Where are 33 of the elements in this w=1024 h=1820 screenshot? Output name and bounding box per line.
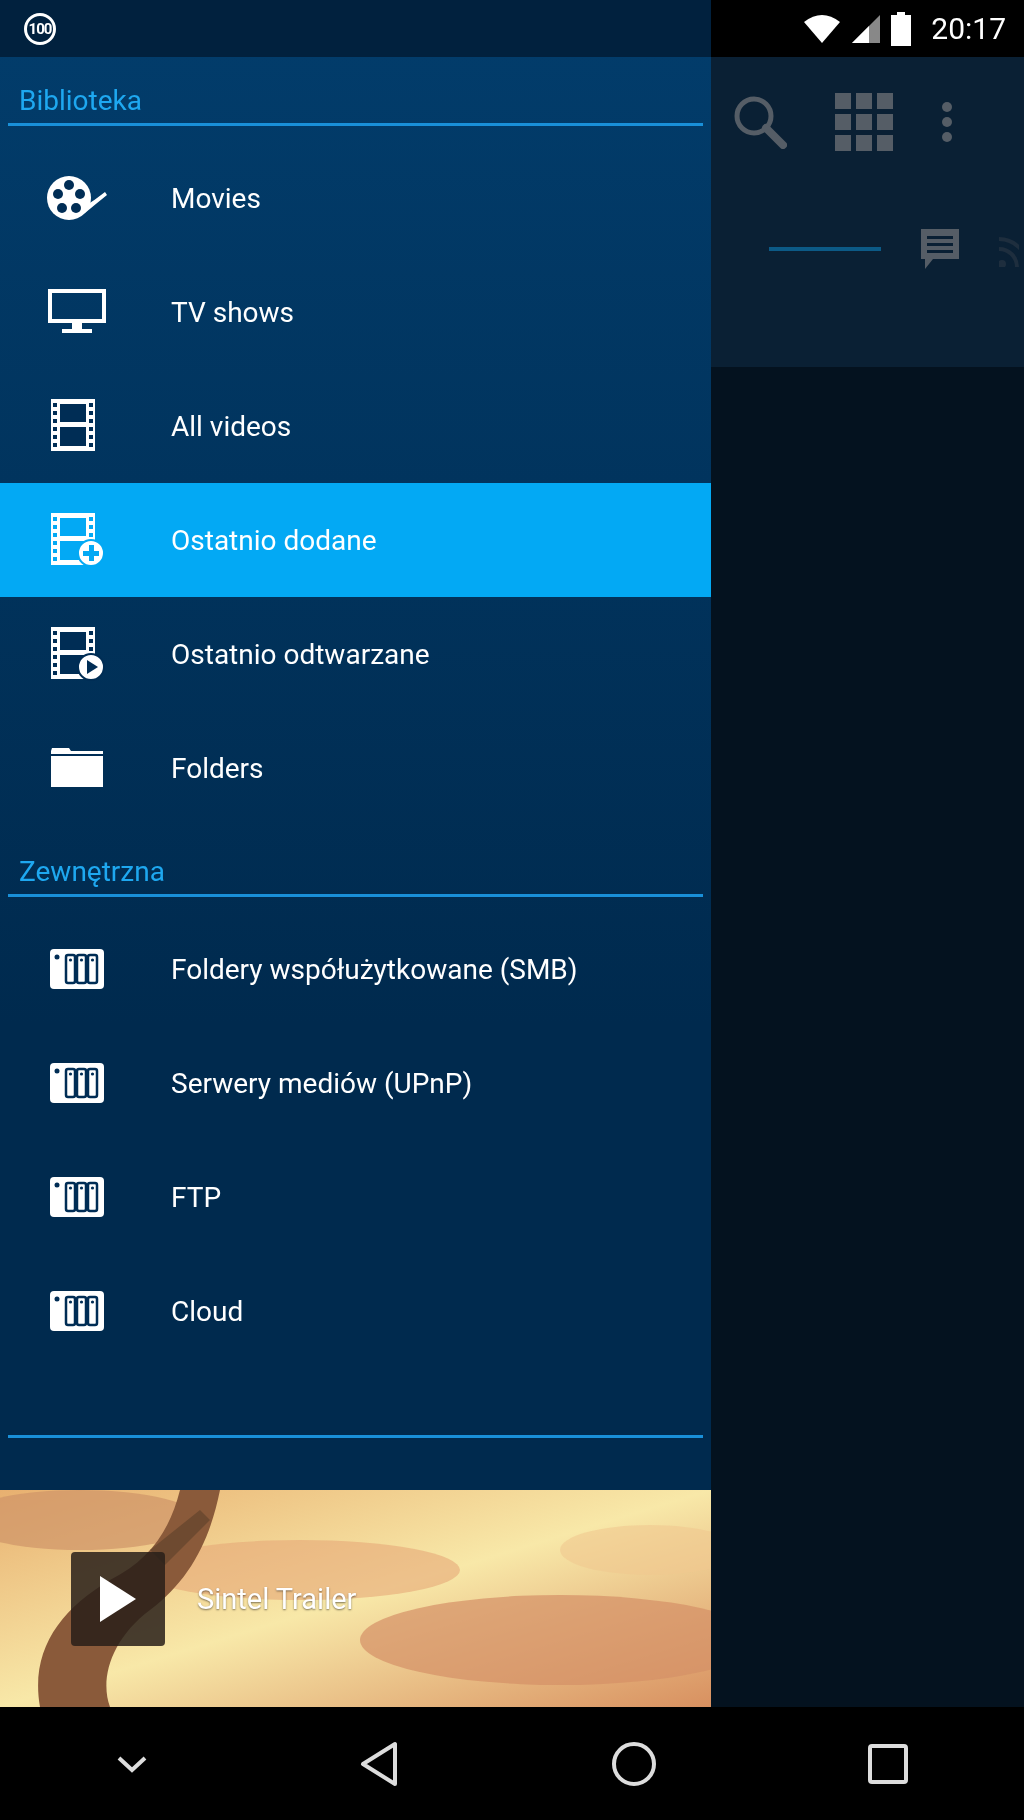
signal-icon — [851, 13, 882, 44]
drawer-item[interactable]: Serwery mediów (UPnP) — [0, 1026, 711, 1140]
drawer-item[interactable]: TV shows — [0, 255, 711, 369]
video-title: Sintel Trailer — [197, 1581, 357, 1616]
battery-icon — [891, 11, 912, 46]
section-header: Biblioteka — [19, 84, 142, 117]
drawer-item[interactable]: Ostatnio odtwarzane — [0, 597, 711, 711]
grid-icon[interactable] — [835, 93, 893, 151]
section-header: Zewnętrzna — [19, 855, 165, 888]
drawer-item[interactable]: All videos — [0, 369, 711, 483]
server-icon — [49, 949, 104, 989]
search-icon[interactable] — [733, 95, 787, 149]
server-icon — [49, 1177, 104, 1217]
film-reel-icon — [44, 173, 109, 223]
drawer-item[interactable]: Cloud — [0, 1254, 711, 1368]
chat-icon[interactable] — [919, 227, 961, 271]
folder-icon — [48, 747, 105, 789]
clock: 20:17 — [931, 11, 1006, 46]
home-icon[interactable] — [610, 1740, 657, 1787]
server-icon — [49, 1291, 104, 1331]
drawer-item[interactable]: Folders — [0, 711, 711, 825]
notification-badge: 100 — [24, 12, 56, 45]
wifi-icon — [803, 13, 842, 44]
drawer-item[interactable]: Movies — [0, 141, 711, 255]
drawer-item[interactable]: FTP — [0, 1140, 711, 1254]
monitor-icon — [47, 289, 106, 335]
back-icon[interactable] — [359, 1740, 400, 1787]
play-button[interactable] — [71, 1551, 165, 1646]
server-icon — [49, 1063, 104, 1103]
recents-icon[interactable] — [868, 1743, 909, 1784]
drawer-item[interactable]: Foldery współużytkowane (SMB) — [0, 912, 711, 1026]
more-icon[interactable] — [941, 101, 953, 143]
play-icon — [98, 1573, 138, 1624]
